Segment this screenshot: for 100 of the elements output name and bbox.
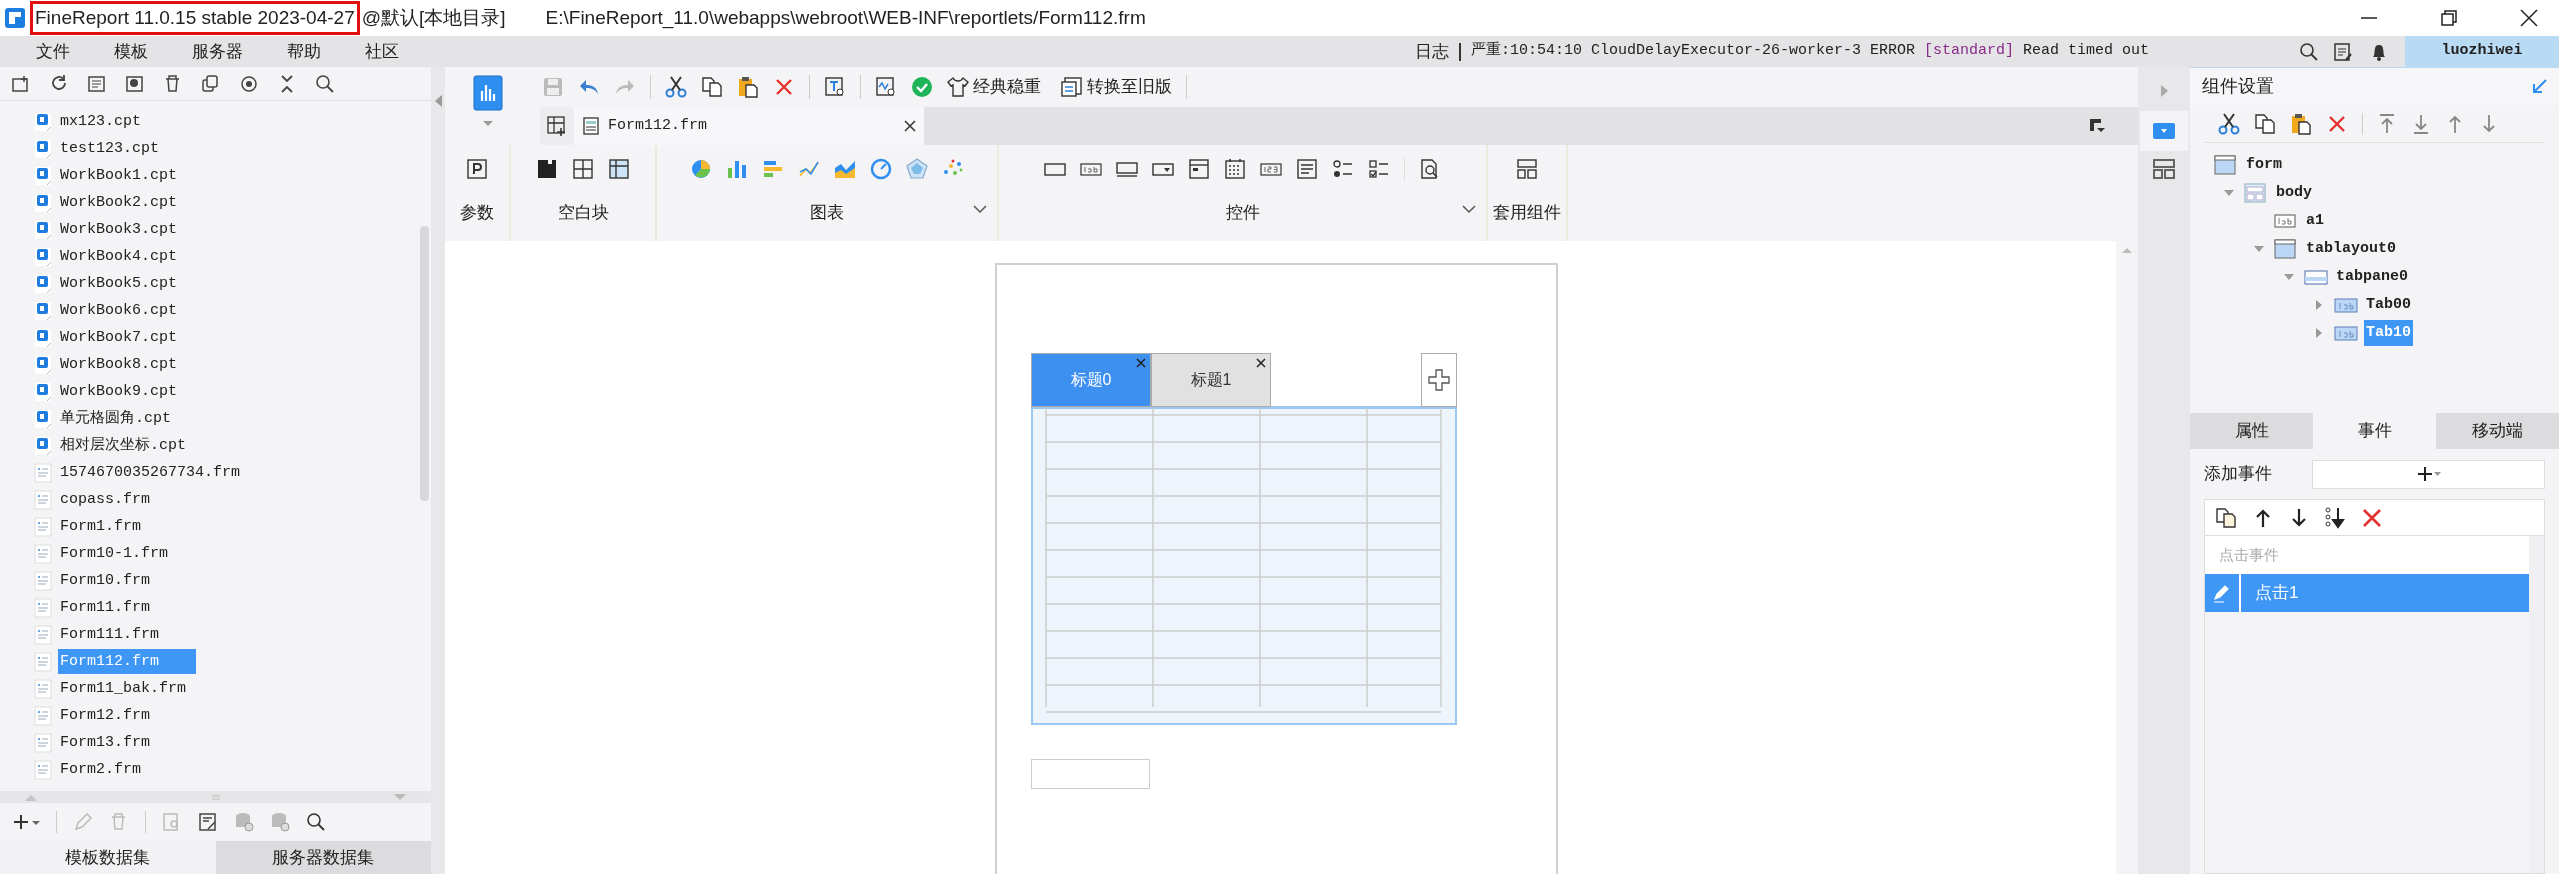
cut-icon[interactable] [2218,112,2240,135]
file-item[interactable]: Form111.frm [58,622,162,647]
file-item[interactable]: WorkBook6.cpt [58,298,180,323]
file-item[interactable]: WorkBook1.cpt [58,163,180,188]
file-item[interactable]: WorkBook5.cpt [58,271,180,296]
menu-item[interactable]: 帮助 [287,38,321,65]
move-top-icon[interactable] [2377,112,2397,135]
dataset-edit-icon[interactable] [198,812,218,832]
file-item[interactable]: Form2.frm [58,757,143,782]
copy-icon[interactable] [2215,506,2237,529]
split-block-icon[interactable] [572,158,594,180]
tree-node[interactable]: body [2274,180,2314,206]
tree-node[interactable]: tablayout0 [2304,236,2398,262]
tree-node[interactable]: tabpane0 [2334,264,2410,290]
file-item[interactable]: WorkBook7.cpt [58,325,180,350]
tree-node[interactable]: Tab00 [2364,292,2413,318]
file-item[interactable]: Form13.frm [58,730,152,755]
search-icon[interactable] [306,812,326,832]
menu-item[interactable]: 模板 [114,38,148,65]
property-tab[interactable]: 移动端 [2436,413,2559,449]
collapsed-arrow-icon[interactable] [2316,300,2322,310]
calendar-widget-icon[interactable] [1224,158,1246,180]
pie-chart-icon[interactable] [690,158,712,180]
add-tab-button[interactable] [1421,353,1457,407]
file-item[interactable]: Form10-1.frm [58,541,171,566]
user-name[interactable]: luozhiwei [2405,36,2559,67]
file-item[interactable]: Form11_bak.frm [58,676,189,701]
notes-icon[interactable] [2333,41,2353,62]
horizontal-bar-chart-icon[interactable] [762,158,784,180]
move-bottom-icon[interactable] [2411,112,2431,135]
target-icon[interactable] [239,73,259,94]
document-tab[interactable]: Form112.frm [574,107,924,145]
expanded-arrow-icon[interactable] [2224,190,2234,196]
search-icon[interactable] [315,73,335,94]
checkbox-group-widget-icon[interactable] [1368,158,1390,180]
delete-icon[interactable] [2361,506,2383,529]
tree-node[interactable]: a1 [2304,208,2326,234]
theme-button[interactable]: 经典稳重 [947,74,1041,100]
paste-icon[interactable] [2290,112,2312,135]
file-item[interactable]: WorkBook3.cpt [58,217,180,242]
menu-item[interactable]: 服务器 [192,38,243,65]
dataset-tab[interactable]: 服务器数据集 [215,841,431,874]
close-icon[interactable] [1256,358,1266,368]
text-input-widget[interactable] [1031,759,1150,789]
gauge-chart-icon[interactable] [870,158,892,180]
caret-icon[interactable] [482,121,493,127]
file-item[interactable]: test123.cpt [58,136,162,161]
file-item[interactable]: WorkBook4.cpt [58,244,180,269]
cut-icon[interactable] [665,76,687,98]
file-item[interactable]: 1574670035267734.frm [58,460,243,485]
file-item[interactable]: WorkBook8.cpt [58,352,180,377]
paste-icon[interactable] [737,76,759,98]
text-search-icon[interactable] [824,76,846,98]
maximize-icon[interactable] [2439,8,2459,28]
copy-icon[interactable] [2254,112,2276,135]
add-dropdown-icon[interactable] [12,813,40,831]
menu-item[interactable]: 社区 [365,38,399,65]
date-widget-icon[interactable] [1188,158,1210,180]
radio-group-widget-icon[interactable] [1332,158,1354,180]
textarea-widget-icon[interactable] [1296,158,1318,180]
close-icon[interactable] [904,120,916,132]
component-panel-icon[interactable] [2153,123,2175,139]
form-design-icon[interactable] [472,75,503,111]
canvas-tab[interactable]: 标题1 [1151,353,1271,407]
add-sheet-icon[interactable] [547,116,567,136]
property-tab[interactable]: 属性 [2190,413,2313,449]
expanded-arrow-icon[interactable] [2284,274,2294,280]
preview-chart-icon[interactable] [875,76,897,98]
chevron-down-icon[interactable] [1462,205,1476,214]
layout-panel-icon[interactable] [2153,159,2175,179]
file-item[interactable]: Form12.frm [58,703,152,728]
collapsed-arrow-icon[interactable] [2316,328,2322,338]
close-icon[interactable] [2519,8,2539,28]
file-item[interactable]: WorkBook9.cpt [58,379,180,404]
file-item[interactable]: copass.frm [58,487,152,512]
pencil-icon[interactable] [2213,583,2231,603]
file-item[interactable]: Form1.frm [58,514,143,539]
new-folder-icon[interactable] [11,73,31,94]
layout-template-icon[interactable] [1516,158,1538,180]
tab-menu-icon[interactable] [2090,119,2106,133]
dock-arrow-icon[interactable] [2531,78,2547,95]
parameter-icon[interactable] [466,158,488,180]
convert-button[interactable]: 转换至旧版 [1061,74,1172,100]
file-item[interactable]: 单元格圆角.cpt [58,406,173,431]
copy-icon[interactable] [201,73,221,94]
file-item[interactable]: 相对层次坐标.cpt [58,433,188,458]
file-item[interactable]: WorkBook2.cpt [58,190,180,215]
arrow-down-icon[interactable] [2289,506,2309,529]
menu-item[interactable]: 文件 [36,38,70,65]
file-item[interactable]: Form10.frm [58,568,152,593]
block-icon[interactable] [536,158,558,180]
document-list-icon[interactable] [87,73,107,94]
scrollbar-track[interactable] [2529,536,2544,873]
scrollbar-thumb[interactable] [420,226,429,501]
log-label[interactable]: 日志 [1414,38,1449,65]
search-icon[interactable] [2299,41,2319,62]
chevron-down-icon[interactable] [973,205,987,214]
file-item[interactable]: mx123.cpt [58,109,143,134]
file-item[interactable]: Form11.frm [58,595,152,620]
bar-chart-icon[interactable] [726,158,748,180]
